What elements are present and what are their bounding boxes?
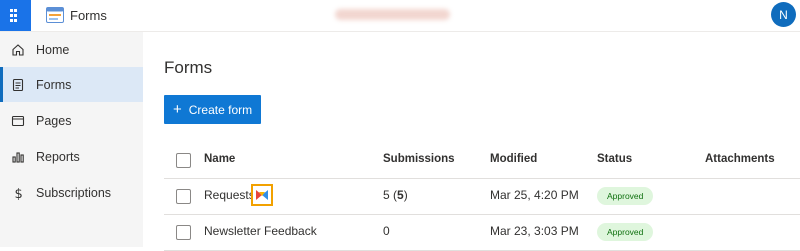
modified-date: Mar 23, 3:03 PM xyxy=(490,224,579,238)
sidebar-item-home[interactable]: Home xyxy=(0,32,143,67)
sidebar-item-forms[interactable]: Forms xyxy=(0,67,143,102)
pages-icon xyxy=(0,114,36,128)
column-header-status[interactable]: Status xyxy=(597,153,632,165)
home-icon xyxy=(0,43,36,57)
sidebar-item-subscriptions[interactable]: $ Subscriptions xyxy=(0,175,143,210)
create-form-button[interactable]: + Create form xyxy=(164,95,261,124)
app-title: Forms xyxy=(70,8,107,23)
submissions-new: 5 xyxy=(397,188,404,202)
sidebar-item-reports[interactable]: Reports xyxy=(0,139,143,174)
column-header-attachments[interactable]: Attachments xyxy=(705,153,775,165)
submissions-count: 5 (5) xyxy=(383,188,408,202)
table-row[interactable]: Requests 5 (5) Mar 25, 4:20 PM Approved xyxy=(164,178,800,215)
forms-icon xyxy=(0,78,36,92)
column-header-name[interactable]: Name xyxy=(204,153,235,165)
row-checkbox[interactable] xyxy=(176,225,191,240)
sidebar-item-label: Reports xyxy=(36,149,80,164)
dollar-icon: $ xyxy=(0,186,36,200)
table-row[interactable]: Newsletter Feedback 0 Mar 23, 3:03 PM Ap… xyxy=(164,214,800,251)
top-bar: Forms N xyxy=(0,0,800,32)
redacted-account-text xyxy=(335,9,450,20)
submissions-total: 5 xyxy=(383,188,390,202)
svg-text:$: $ xyxy=(15,187,23,200)
reports-icon xyxy=(0,150,36,164)
row-checkbox[interactable] xyxy=(176,189,191,204)
table-header: Name Submissions Modified Status Attachm… xyxy=(164,142,800,179)
forms-app-icon xyxy=(46,7,64,23)
status-badge: Approved xyxy=(597,187,654,205)
avatar[interactable]: N xyxy=(771,2,796,27)
create-form-label: Create form xyxy=(188,102,253,117)
plus-icon: + xyxy=(173,101,182,118)
form-type-icon[interactable] xyxy=(251,184,273,206)
sidebar-item-label: Subscriptions xyxy=(36,185,112,200)
sidebar: Home Forms Pages Reports $ Subscriptions xyxy=(0,32,143,247)
submissions-count: 0 xyxy=(383,224,390,238)
form-name-link[interactable]: Requests xyxy=(204,188,255,202)
modified-date: Mar 25, 4:20 PM xyxy=(490,188,579,202)
status-badge: Approved xyxy=(597,223,654,241)
app-launcher-button[interactable] xyxy=(0,0,31,31)
sidebar-item-pages[interactable]: Pages xyxy=(0,103,143,138)
page-title: Forms xyxy=(164,58,213,77)
column-header-modified[interactable]: Modified xyxy=(490,153,537,165)
waffle-icon xyxy=(10,9,17,22)
select-all-checkbox[interactable] xyxy=(176,153,191,168)
sidebar-item-label: Pages xyxy=(36,113,72,128)
sidebar-item-label: Home xyxy=(36,42,70,57)
form-name-link[interactable]: Newsletter Feedback xyxy=(204,224,317,238)
sidebar-item-label: Forms xyxy=(36,77,72,92)
column-header-submissions[interactable]: Submissions xyxy=(383,153,455,165)
colorful-form-icon xyxy=(256,190,268,200)
